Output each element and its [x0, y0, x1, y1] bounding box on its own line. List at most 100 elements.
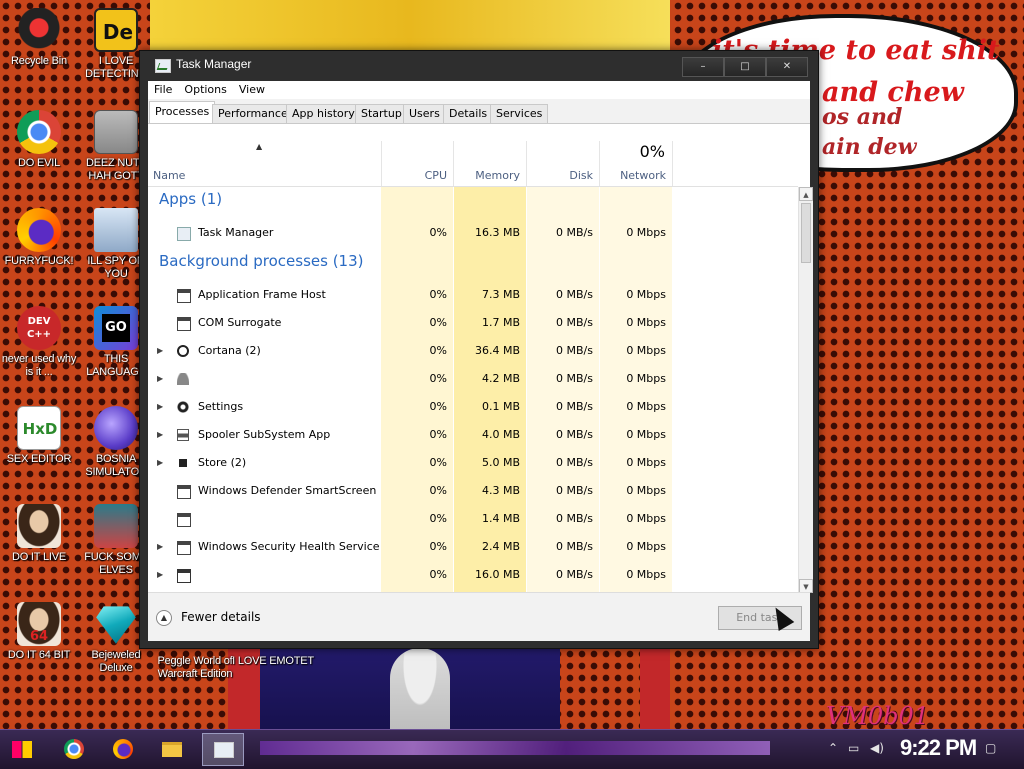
table-row[interactable]: ▶ Windows Security Health Service 0% 2.4 MB… — [148, 533, 798, 561]
de-app-icon: De — [94, 8, 138, 52]
disk-value: 0 MB/s — [556, 226, 593, 239]
menu-options[interactable]: Options — [178, 81, 232, 99]
firefox-icon — [113, 739, 133, 759]
table-row[interactable]: ▶ Cortana (2) 0% 36.4 MB 0 MB/s 0 Mbps — [148, 337, 798, 365]
table-row[interactable]: COM Surrogate 0% 1.7 MB 0 MB/s 0 Mbps — [148, 309, 798, 337]
table-row[interactable]: ▶ 0% 16.0 MB 0 MB/s 0 Mbps — [148, 561, 798, 589]
cpu-value: 0% — [429, 316, 447, 329]
settings-gear-icon — [177, 401, 189, 413]
desktop-icon-do-evil[interactable]: DO EVIL — [0, 110, 78, 170]
tab-processes[interactable]: Processes — [149, 101, 216, 124]
desktop-icon-do-it-live[interactable]: DO IT LIVE — [0, 504, 78, 564]
desktop-icon-furryfuck[interactable]: FURRYFUCK! — [0, 208, 78, 268]
table-row[interactable]: ▶ 0% 4.2 MB 0 MB/s 0 Mbps — [148, 365, 798, 393]
devcpp-glyph: DEV C++ — [26, 316, 52, 340]
tab-services[interactable]: Services — [490, 104, 549, 124]
desktop-icon-label: FURRYFUCK! — [4, 255, 74, 267]
scroll-down-button[interactable]: ▼ — [799, 579, 813, 593]
network-value: 0 Mbps — [626, 428, 666, 441]
network-value: 0 Mbps — [626, 512, 666, 525]
spy-network-icon — [94, 208, 138, 252]
tab-app-history[interactable]: App history — [286, 104, 361, 124]
wallpaper-vm-tag: VM0b01 — [826, 702, 930, 730]
network-value: 0 Mbps — [626, 372, 666, 385]
group-title: Apps (1) — [159, 190, 223, 208]
expand-chevron-icon[interactable]: ▶ — [157, 449, 163, 477]
process-name: Cortana (2) — [198, 344, 261, 357]
expand-chevron-icon[interactable]: ▶ — [157, 533, 163, 561]
memory-value: 5.0 MB — [481, 456, 520, 469]
taskbar-task-manager[interactable] — [202, 733, 244, 766]
expand-chevron-icon[interactable]: ▶ — [157, 337, 163, 365]
desktop-icon-emotet[interactable]: I LOVE EMOTET — [228, 652, 318, 668]
tab-performance[interactable]: Performance — [212, 104, 294, 124]
desktop-icon-recycle-bin[interactable]: Recycle Bin — [0, 8, 78, 68]
folder-icon — [162, 742, 182, 757]
column-header-name[interactable]: Name — [148, 141, 382, 186]
table-row[interactable]: Task Manager 0% 16.3 MB 0 MB/s 0 Mbps — [148, 219, 798, 247]
table-row[interactable]: 0% 1.4 MB 0 MB/s 0 Mbps — [148, 505, 798, 533]
fewer-details-link[interactable]: Fewer details — [181, 610, 261, 624]
de-glyph: De — [102, 20, 134, 44]
process-name: Spooler SubSystem App — [198, 428, 331, 441]
network-value: 0 Mbps — [626, 456, 666, 469]
table-row[interactable]: ▶ Store (2) 0% 5.0 MB 0 MB/s 0 Mbps — [148, 449, 798, 477]
notification-icon[interactable]: ▢ — [985, 741, 996, 755]
cpu-value: 0% — [429, 372, 447, 385]
network-icon[interactable]: ▭ — [848, 741, 859, 755]
network-value: 0 Mbps — [626, 568, 666, 581]
table-row[interactable]: Application Frame Host 0% 7.3 MB 0 MB/s 0 Mb… — [148, 281, 798, 309]
expand-chevron-icon[interactable]: ▶ — [157, 365, 163, 393]
network-value: 0 Mbps — [626, 484, 666, 497]
menu-view[interactable]: View — [233, 81, 271, 99]
scroll-up-button[interactable]: ▲ — [799, 187, 813, 201]
menu-file[interactable]: File — [148, 81, 178, 99]
column-header-disk[interactable]: Disk — [527, 141, 600, 186]
taskbar-chrome[interactable] — [56, 733, 92, 766]
desktop-icon-label: I LOVE EMOTET — [232, 655, 314, 667]
column-header-memory[interactable]: Memory — [454, 141, 527, 186]
maximize-button[interactable]: □ — [724, 57, 766, 77]
portrait-icon — [17, 504, 61, 548]
minimize-button[interactable]: – — [682, 57, 724, 77]
desktop-icon-sex-editor[interactable]: HxD SEX EDITOR — [0, 406, 78, 466]
cpu-value: 0% — [429, 428, 447, 441]
desktop-icon-never-used[interactable]: DEV C++ never used why is it ... — [0, 306, 78, 379]
group-header[interactable]: Apps (1) — [148, 187, 798, 215]
group-title: Background processes (13) — [159, 252, 364, 270]
network-value: 0 Mbps — [626, 288, 666, 301]
start-button[interactable] — [4, 733, 40, 766]
network-value: 0 Mbps — [626, 316, 666, 329]
expand-chevron-icon[interactable]: ▶ — [157, 421, 163, 449]
taskbar-file-explorer[interactable] — [154, 733, 190, 766]
column-header-cpu-label: CPU — [424, 169, 447, 182]
desktop-icon-peggle[interactable]: Peggle World of Warcraft Edition — [150, 652, 240, 681]
chevron-up-icon[interactable]: ▲ — [156, 610, 172, 626]
app-window-icon — [177, 317, 191, 331]
title-bar[interactable]: Task Manager – □ ✕ — [140, 51, 818, 79]
table-row[interactable]: ▶ Spooler SubSystem App 0% 4.0 MB 0 MB/s 0 Mb… — [148, 421, 798, 449]
column-header-network[interactable]: 0% Network — [600, 141, 673, 186]
expand-chevron-icon[interactable]: ▶ — [157, 561, 163, 589]
taskmgr-icon — [214, 742, 234, 758]
expand-chevron-icon[interactable]: ▶ — [157, 393, 163, 421]
tab-details[interactable]: Details — [443, 104, 494, 124]
memory-value: 1.7 MB — [481, 316, 520, 329]
close-button[interactable]: ✕ — [766, 57, 808, 77]
table-row[interactable]: Windows Defender SmartScreen 0% 4.3 MB 0 MB… — [148, 477, 798, 505]
taskbar-clock[interactable]: 9:22 PM — [900, 735, 977, 761]
table-row[interactable]: ▶ Settings 0% 0.1 MB 0 MB/s 0 Mbps — [148, 393, 798, 421]
start-icon — [12, 741, 32, 758]
chevron-up-icon[interactable]: ⌃ — [828, 741, 838, 755]
column-header-name-label: Name — [153, 169, 186, 182]
tab-users[interactable]: Users — [403, 104, 446, 124]
desktop-icon-do-it-64-bit[interactable]: 64 DO IT 64 BIT — [0, 602, 78, 662]
scroll-thumb[interactable] — [801, 203, 811, 263]
volume-icon[interactable]: ◀) — [870, 741, 884, 755]
tab-startup[interactable]: Startup — [355, 104, 408, 124]
vertical-scrollbar[interactable]: ▲ ▼ — [798, 187, 813, 593]
taskbar-firefox[interactable] — [105, 733, 141, 766]
service-host-icon — [177, 569, 191, 583]
group-header[interactable]: Background processes (13) — [148, 249, 798, 277]
column-header-cpu[interactable]: CPU — [381, 141, 454, 186]
